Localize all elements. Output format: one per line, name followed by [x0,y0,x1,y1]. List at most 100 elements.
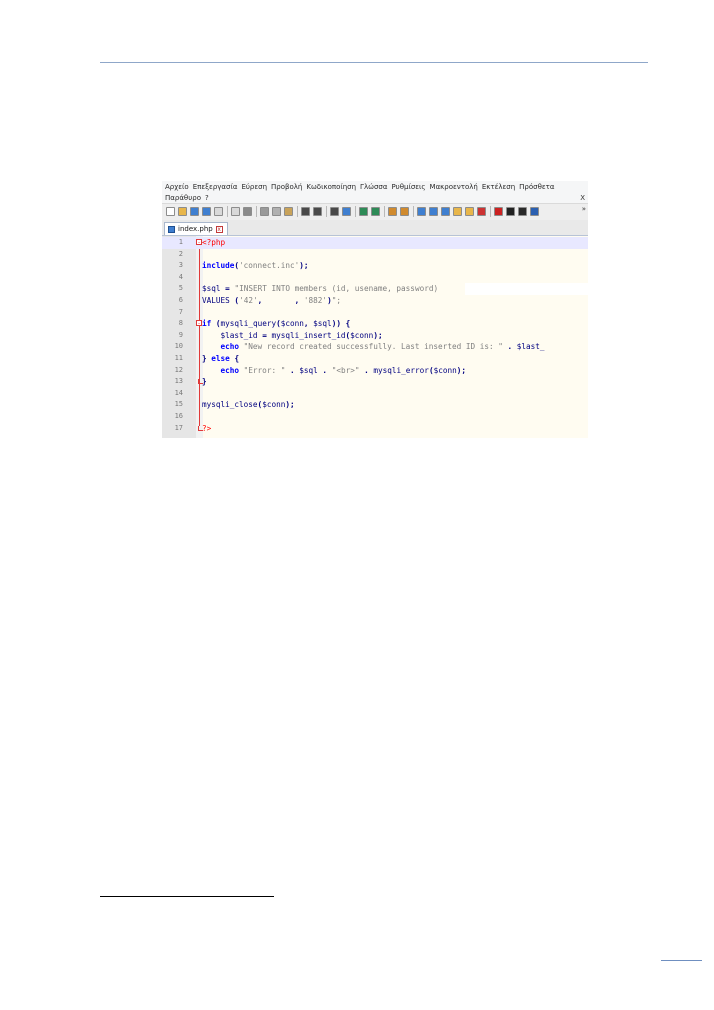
word-wrap-icon[interactable] [417,207,426,216]
code-line: 14 [162,388,588,400]
file-saved-icon [168,225,175,233]
copy-icon[interactable] [272,207,281,216]
folder-icon[interactable] [477,207,486,216]
line-number: 14 [174,388,183,397]
menu-item[interactable]: Πρόσθετα [519,183,554,191]
run-macro-icon[interactable] [530,207,539,216]
zoom-out-icon[interactable] [371,207,380,216]
doc-map-icon[interactable] [453,207,462,216]
toolbar-separator [355,206,356,217]
undo-icon[interactable] [301,207,310,216]
code-line: 15 mysqli_close($conn); [162,399,588,411]
header-rule [100,62,648,63]
toolbar: » [162,203,588,221]
line-number: 5 [178,284,183,293]
save-all-icon[interactable] [202,207,211,216]
line-number: 17 [174,423,183,432]
toolbar-separator [326,206,327,217]
indent-guide-icon[interactable] [441,207,450,216]
code-text: VALUES ('42', , '882')"; [202,296,341,305]
code-line: 8- if (mysqli_query($conn, $sql)) { [162,318,588,330]
code-text: <?php [202,238,226,247]
code-editor-screenshot: Αρχείο Επεξεργασία Εύρεση Προβολή Κωδικοποίη… [162,181,588,438]
line-number: 13 [174,377,183,386]
open-file-icon[interactable] [178,207,187,216]
line-number: 7 [178,307,183,316]
toolbar-separator [384,206,385,217]
line-number: 8 [178,319,183,328]
menu-item[interactable]: Εκτέλεση [482,183,515,191]
code-line: 1- <?php [162,237,588,249]
print-icon[interactable] [243,207,252,216]
menu-bar: Αρχείο Επεξεργασία Εύρεση Προβολή Κωδικοποίη… [162,181,588,203]
new-file-icon[interactable] [166,207,175,216]
sync-v-icon[interactable] [388,207,397,216]
line-number: 1 [178,238,183,246]
code-text: if (mysqli_query($conn, $sql)) { [202,319,351,329]
menu-item[interactable]: Επεξεργασία [193,183,238,191]
toolbar-separator [490,206,491,217]
code-text: echo "New record created successfully. L… [220,342,545,352]
save-icon[interactable] [190,207,199,216]
code-line: 13} [162,376,588,388]
code-line: 12 echo "Error: " . $sql . "<br>" . mysq… [162,365,588,377]
code-line: 3 include('connect.inc'); [162,260,588,272]
redo-icon[interactable] [313,207,322,216]
menu-row-2: Παράθυρο? [165,194,213,203]
line-number: 3 [178,261,183,270]
menu-row-1: Αρχείο Επεξεργασία Εύρεση Προβολή Κωδικοποίη… [165,183,559,192]
menu-item[interactable]: Προβολή [271,183,302,191]
menu-close-button[interactable]: X [580,194,585,202]
line-number: 15 [174,400,183,409]
code-line: 17 ?> [162,423,588,435]
zoom-in-icon[interactable] [359,207,368,216]
menu-item[interactable]: Ρυθμίσεις [391,183,425,191]
line-number: 2 [178,249,183,258]
toolbar-overflow-icon[interactable]: » [582,205,586,213]
code-line: 7 [162,307,588,319]
play-macro-icon[interactable] [518,207,527,216]
code-text: include('connect.inc'); [202,261,309,271]
show-all-icon[interactable] [429,207,438,216]
code-text: mysqli_close($conn); [202,400,295,410]
page-number-rule [661,960,702,961]
menu-item[interactable]: Γλώσσα [360,183,387,191]
close-icon[interactable] [214,207,223,216]
line-number: 16 [174,412,183,420]
toolbar-separator [256,206,257,217]
line-number: 9 [178,330,183,339]
menu-item[interactable]: Μακροεντολή [430,183,478,191]
code-text: } else { [202,354,240,363]
code-text: $sql = "INSERT INTO members (id, usename… [202,284,439,294]
paste-icon[interactable] [284,207,293,216]
stop-macro-icon[interactable] [506,207,515,216]
menu-item[interactable]: Εύρεση [241,183,267,191]
sync-h-icon[interactable] [400,207,409,216]
line-number: 4 [178,272,183,281]
record-macro-icon[interactable] [494,207,503,216]
toolbar-separator [413,206,414,217]
code-line: 4 [162,272,588,284]
code-line: 9 $last_id = mysqli_insert_id($conn); [162,330,588,342]
code-line: 6 VALUES ('42', , '882')"; [162,295,588,307]
menu-item[interactable]: Αρχείο [165,183,189,191]
code-text: } [202,377,207,387]
line-number: 12 [174,365,183,374]
code-line: 5 $sql = "INSERT INTO members (id, usenam… [162,283,588,295]
code-area[interactable]: 1- <?php 2 3 include('connect.inc'); 4 5 $sql =… [162,236,588,438]
find-icon[interactable] [330,207,339,216]
menu-item[interactable]: Κωδικοποίηση [306,183,356,191]
code-line: 10 echo "New record created successfully… [162,341,588,353]
code-text: echo "Error: " . $sql . "<br>" . mysqli_… [220,365,467,375]
menu-item[interactable]: Παράθυρο [165,194,201,202]
menu-item[interactable]: ? [205,194,209,202]
cut-icon[interactable] [260,207,269,216]
replace-icon[interactable] [342,207,351,216]
footnote-rule [100,896,274,897]
code-line: 2 [162,249,588,261]
code-text: $last_id = mysqli_insert_id($conn); [220,330,383,340]
function-list-icon[interactable] [465,207,474,216]
tab-index-php[interactable]: index.php x [164,222,228,235]
close-all-icon[interactable] [231,207,240,216]
tab-close-icon[interactable]: x [215,225,223,233]
